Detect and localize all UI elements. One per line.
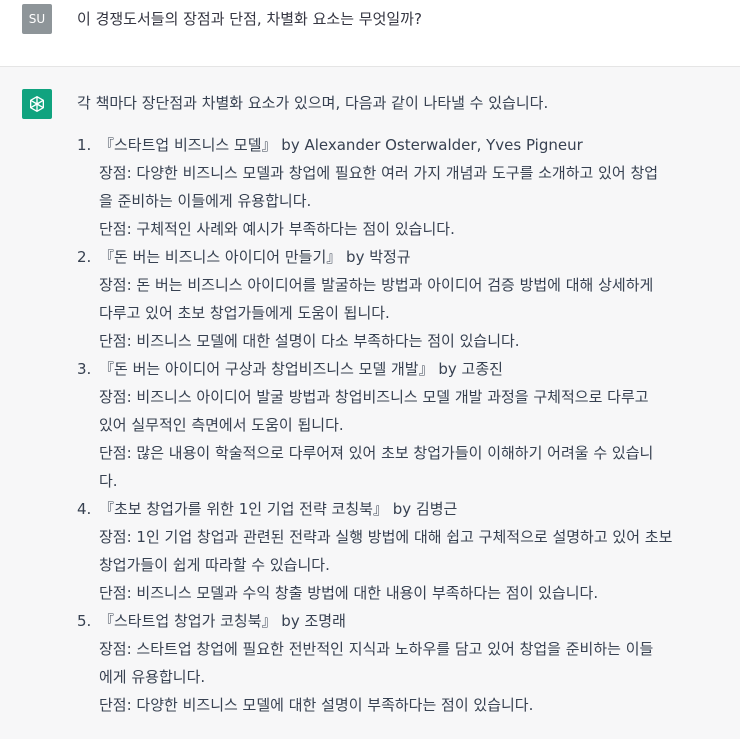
openai-logo-icon xyxy=(22,89,52,119)
pro-line: 장점: 돈 버는 비즈니스 아이디어를 발굴하는 방법과 아이디어 검증 방법에… xyxy=(99,276,654,294)
user-message-row: SU 이 경쟁도서들의 장점과 단점, 차별화 요소는 무엇일까? xyxy=(0,0,740,67)
pro-line: 장점: 1인 기업 창업과 관련된 전략과 실행 방법에 대해 쉽고 구체적으로… xyxy=(99,528,673,546)
pro-line: 장점: 다양한 비즈니스 모델과 창업에 필요한 여러 가지 개념과 도구를 소… xyxy=(99,164,659,182)
book-title: 『돈 버는 비즈니스 아이디어 만들기』 by 박정규 xyxy=(99,248,411,266)
user-avatar: SU xyxy=(22,4,52,34)
pro-line: 을 준비하는 이들에게 유용합니다. xyxy=(99,192,312,210)
list-number: 1. xyxy=(77,136,92,154)
book-title: 『초보 창업가를 위한 1인 기업 전략 코칭북』 by 김병근 xyxy=(99,500,458,518)
con-line: 단점: 비즈니스 모델과 수익 창출 방법에 대한 내용이 부족하다는 점이 있… xyxy=(99,584,599,602)
assistant-message: 각 책마다 장단점과 차별화 요소가 있으며, 다음과 같이 나타낼 수 있습니… xyxy=(77,89,732,719)
pro-line: 에게 유용합니다. xyxy=(99,668,206,686)
list-number: 2. xyxy=(77,248,92,266)
pro-line: 창업가들이 쉽게 따라할 수 있습니다. xyxy=(99,556,330,574)
con-line: 단점: 구체적인 사례와 예시가 부족하다는 점이 있습니다. xyxy=(99,220,455,238)
list-item: 4. 『초보 창업가를 위한 1인 기업 전략 코칭북』 by 김병근 장점: … xyxy=(77,495,732,607)
list-number: 5. xyxy=(77,612,92,630)
book-title: 『스타트업 비즈니스 모델』 by Alexander Osterwalder,… xyxy=(99,136,583,154)
pro-line: 다루고 있어 초보 창업가들에게 도움이 됩니다. xyxy=(99,304,390,322)
con-line: 단점: 많은 내용이 학술적으로 다루어져 있어 초보 창업가들이 이해하기 어… xyxy=(99,444,654,462)
list-item: 2. 『돈 버는 비즈니스 아이디어 만들기』 by 박정규 장점: 돈 버는 … xyxy=(77,243,732,355)
con-line: 단점: 다양한 비즈니스 모델에 대한 설명이 부족하다는 점이 있습니다. xyxy=(99,696,534,714)
book-title: 『스타트업 창업가 코칭북』 by 조명래 xyxy=(99,612,346,630)
list-item: 1. 『스타트업 비즈니스 모델』 by Alexander Osterwald… xyxy=(77,131,732,243)
con-line: 다. xyxy=(99,472,118,490)
pro-line: 있어 실무적인 측면에서 도움이 됩니다. xyxy=(99,416,344,434)
pro-line: 장점: 스타트업 창업에 필요한 전반적인 지식과 노하우를 담고 있어 창업을… xyxy=(99,640,654,658)
list-item: 3. 『돈 버는 아이디어 구상과 창업비즈니스 모델 개발』 by 고종진 장… xyxy=(77,355,732,495)
list-number: 3. xyxy=(77,360,92,378)
con-line: 단점: 비즈니스 모델에 대한 설명이 다소 부족하다는 점이 있습니다. xyxy=(99,332,520,350)
pro-line: 장점: 비즈니스 아이디어 발굴 방법과 창업비즈니스 모델 개발 과정을 구체… xyxy=(99,388,649,406)
competitor-book-list: 1. 『스타트업 비즈니스 모델』 by Alexander Osterwald… xyxy=(77,131,732,719)
list-item: 5. 『스타트업 창업가 코칭북』 by 조명래 장점: 스타트업 창업에 필요… xyxy=(77,607,732,719)
assistant-intro: 각 책마다 장단점과 차별화 요소가 있으며, 다음과 같이 나타낼 수 있습니… xyxy=(77,94,549,112)
user-message-text: 이 경쟁도서들의 장점과 단점, 차별화 요소는 무엇일까? xyxy=(77,10,422,28)
list-number: 4. xyxy=(77,500,92,518)
book-title: 『돈 버는 아이디어 구상과 창업비즈니스 모델 개발』 by 고종진 xyxy=(99,360,503,378)
